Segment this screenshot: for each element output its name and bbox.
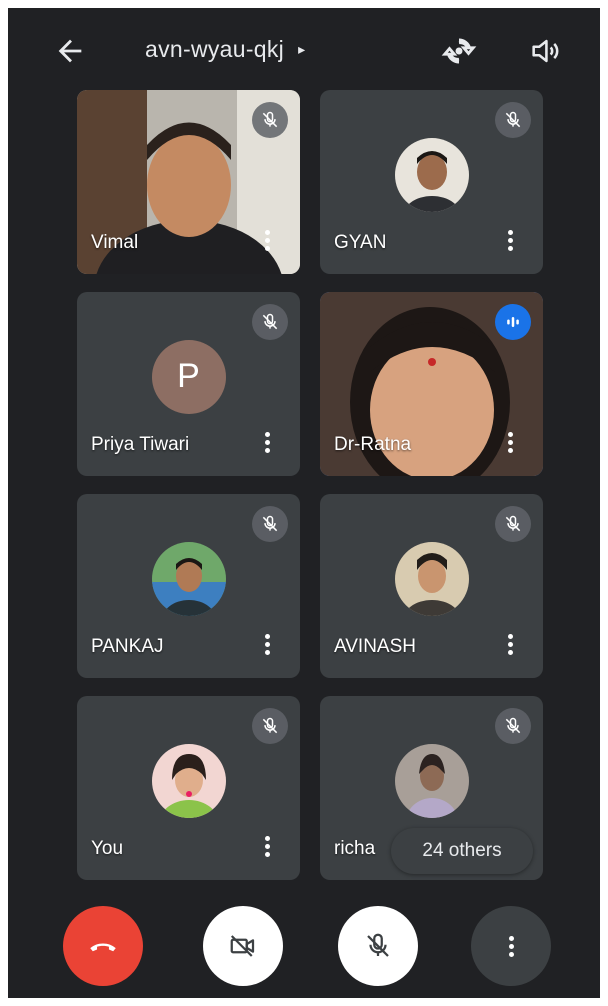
flip-camera-icon[interactable]: [440, 32, 478, 70]
mic-off-icon: [252, 506, 288, 542]
participant-name: AVINASH: [334, 636, 417, 657]
participant-tile-dr-ratna[interactable]: Dr-Ratna: [320, 292, 543, 476]
back-arrow-icon[interactable]: [53, 34, 87, 68]
mic-off-icon: [252, 102, 288, 138]
mic-off-icon: [495, 708, 531, 744]
participant-tile-vimal[interactable]: Vimal: [77, 90, 300, 274]
more-vert-icon[interactable]: [262, 430, 272, 458]
more-vert-icon[interactable]: [262, 632, 272, 660]
top-bar: avn-wyau-qkj ▸: [8, 8, 600, 88]
avatar-letter: P: [151, 339, 226, 414]
more-vert-icon[interactable]: [262, 228, 272, 256]
camera-off-icon: [230, 935, 255, 957]
participant-tile-gyan[interactable]: GYAN: [320, 90, 543, 274]
participant-name: Vimal: [91, 232, 139, 253]
avatar-photo: [151, 743, 226, 818]
more-vert-icon[interactable]: [505, 228, 515, 256]
end-call-button[interactable]: [63, 906, 143, 986]
participant-name: Dr-Ratna: [334, 434, 412, 455]
others-count-button[interactable]: 24 others: [391, 828, 533, 874]
participant-tile-avinash[interactable]: AVINASH: [320, 494, 543, 678]
participant-name: richa: [334, 838, 376, 859]
speaker-icon[interactable]: [528, 34, 562, 68]
mic-off-icon: [367, 933, 389, 957]
more-vert-icon[interactable]: [262, 834, 272, 862]
avatar-photo: [151, 541, 226, 616]
more-vert-icon[interactable]: [505, 632, 515, 660]
participant-name: PANKAJ: [91, 636, 164, 657]
camera-toggle-button[interactable]: [203, 906, 283, 986]
mic-off-icon: [495, 506, 531, 542]
meeting-code-title[interactable]: avn-wyau-qkj ▸: [145, 36, 305, 63]
more-vert-icon: [508, 933, 514, 960]
avatar-photo: [394, 743, 469, 818]
caret-right-icon: ▸: [298, 41, 306, 57]
phone-hangup-icon: [90, 943, 116, 952]
avatar-photo: [394, 137, 469, 212]
speaking-indicator-icon: [495, 304, 531, 340]
more-options-button[interactable]: [471, 906, 551, 986]
participant-name: GYAN: [334, 232, 387, 253]
avatar-photo: [394, 541, 469, 616]
mic-off-icon: [495, 102, 531, 138]
participant-name: Priya Tiwari: [91, 434, 190, 455]
participant-tile-you[interactable]: You: [77, 696, 300, 880]
mic-off-icon: [252, 304, 288, 340]
mic-toggle-button[interactable]: [338, 906, 418, 986]
mic-off-icon: [252, 708, 288, 744]
participant-tile-priya-tiwari[interactable]: P Priya Tiwari: [77, 292, 300, 476]
meet-screen: avn-wyau-qkj ▸ Vimal GYAN P Priya Tiwari…: [8, 8, 600, 998]
meeting-code: avn-wyau-qkj: [145, 36, 285, 62]
participant-name: You: [91, 838, 124, 859]
participant-tile-pankaj[interactable]: PANKAJ: [77, 494, 300, 678]
more-vert-icon[interactable]: [505, 430, 515, 458]
